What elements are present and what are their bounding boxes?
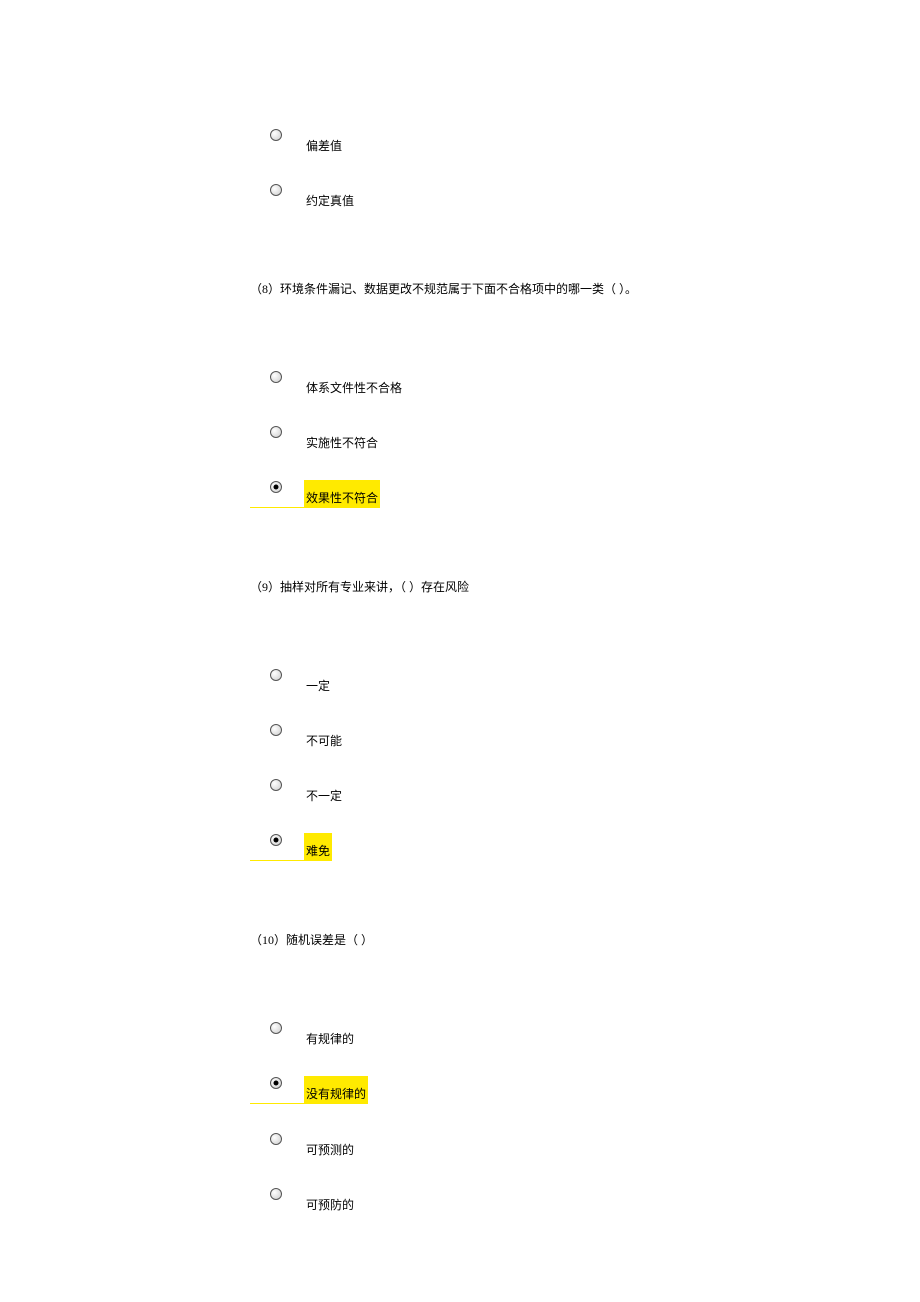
- q10-option-3[interactable]: 可预测的: [250, 1132, 920, 1159]
- q10-option-1[interactable]: 有规律的: [250, 1021, 920, 1048]
- q9-prompt: （9）抽样对所有专业来讲，（ ）存在风险: [250, 578, 920, 596]
- radio-icon: [270, 1022, 282, 1034]
- option-label: 约定真值: [306, 183, 354, 210]
- radio-icon: [270, 1077, 282, 1089]
- q8-option-3[interactable]: 效果性不符合: [250, 480, 380, 508]
- quiz-content: 偏差值 约定真值 （8）环境条件漏记、数据更改不规范属于下面不合格项中的哪一类（…: [0, 0, 920, 1214]
- option-label: 效果性不符合: [304, 480, 380, 507]
- q8-option-2[interactable]: 实施性不符合: [250, 425, 920, 452]
- q10-option-2[interactable]: 没有规律的: [250, 1076, 368, 1104]
- q9-option-4[interactable]: 难免: [250, 833, 332, 861]
- radio-icon: [270, 426, 282, 438]
- option-label: 不可能: [306, 723, 342, 750]
- radio-icon: [270, 371, 282, 383]
- radio-icon: [270, 129, 282, 141]
- q7-option-2[interactable]: 约定真值: [250, 183, 920, 210]
- q9-option-2[interactable]: 不可能: [250, 723, 920, 750]
- q9-option-1[interactable]: 一定: [250, 668, 920, 695]
- option-label: 没有规律的: [304, 1076, 368, 1103]
- q10-prompt: （10）随机误差是（ ）: [250, 931, 920, 949]
- radio-icon: [270, 1133, 282, 1145]
- radio-icon: [270, 669, 282, 681]
- radio-icon: [270, 1188, 282, 1200]
- option-label: 一定: [306, 668, 330, 695]
- radio-icon: [270, 184, 282, 196]
- option-label: 可预测的: [306, 1132, 354, 1159]
- option-label: 偏差值: [306, 128, 342, 155]
- q10-option-4[interactable]: 可预防的: [250, 1187, 920, 1214]
- q8-option-1[interactable]: 体系文件性不合格: [250, 370, 920, 397]
- option-label: 有规律的: [306, 1021, 354, 1048]
- q9-option-3[interactable]: 不一定: [250, 778, 920, 805]
- option-label: 实施性不符合: [306, 425, 378, 452]
- radio-icon: [270, 779, 282, 791]
- option-label: 可预防的: [306, 1187, 354, 1214]
- radio-icon: [270, 724, 282, 736]
- option-label: 体系文件性不合格: [306, 370, 402, 397]
- radio-icon: [270, 834, 282, 846]
- option-label: 难免: [304, 833, 332, 860]
- option-label: 不一定: [306, 778, 342, 805]
- q8-prompt: （8）环境条件漏记、数据更改不规范属于下面不合格项中的哪一类（ ）。: [250, 280, 920, 298]
- radio-icon: [270, 481, 282, 493]
- q7-option-1[interactable]: 偏差值: [250, 128, 920, 155]
